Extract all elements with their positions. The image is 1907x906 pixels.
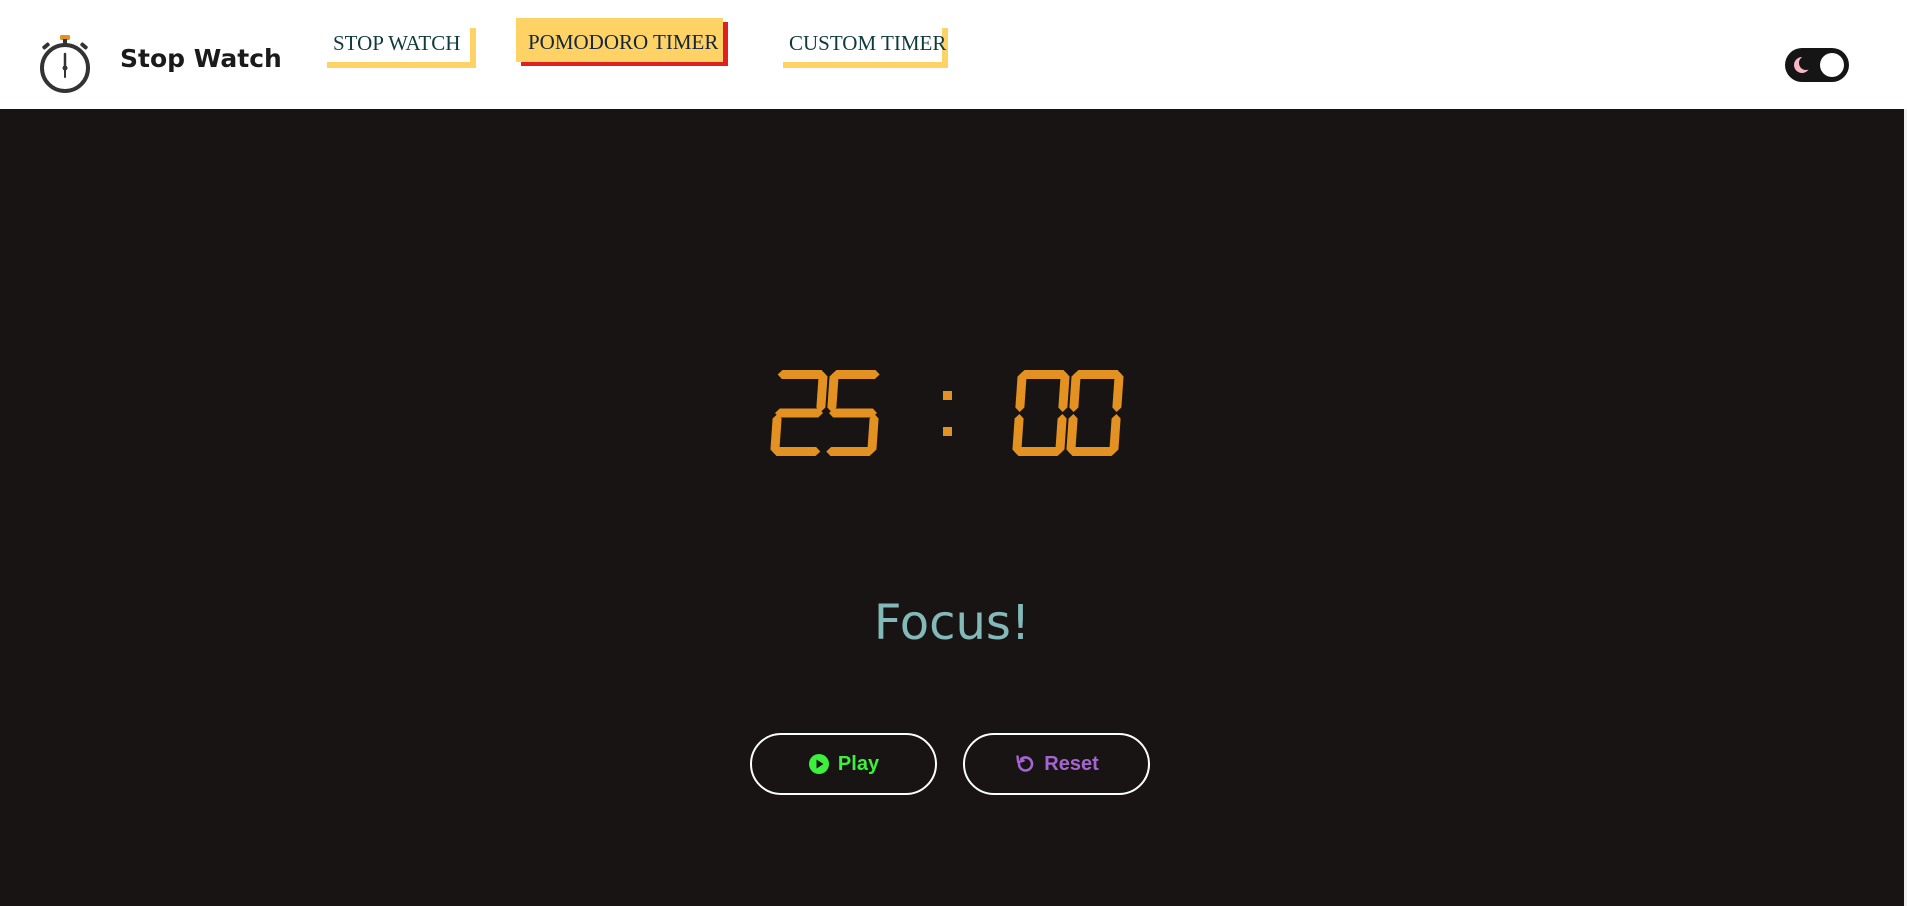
play-button[interactable]: Play (750, 733, 937, 795)
reset-button-label: Reset (1044, 752, 1099, 775)
stopwatch-icon[interactable] (36, 34, 94, 94)
timer-separator (943, 391, 952, 436)
nav-custom-timer[interactable]: CUSTOM TIMER (777, 22, 946, 62)
timer-display (770, 370, 1124, 456)
brand-title: Stop Watch (120, 44, 282, 73)
timer-minutes-tens (770, 370, 828, 456)
play-circle-icon (808, 754, 829, 774)
nav-stop-watch[interactable]: STOP WATCH (321, 22, 470, 62)
status-label: Focus! (873, 595, 1031, 651)
play-button-label: Play (837, 752, 880, 775)
timer-seconds-ones (1066, 370, 1124, 456)
toggle-knob (1820, 53, 1844, 77)
timer-minutes-ones (826, 370, 880, 456)
top-nav-bar: Stop Watch STOP WATCH POMODORO TIMER CUS… (0, 0, 1907, 109)
rotate-left-icon (1016, 755, 1034, 772)
moon-icon (1794, 56, 1812, 73)
theme-toggle[interactable] (1785, 48, 1849, 82)
nav-pomodoro-timer[interactable]: POMODORO TIMER (516, 18, 723, 62)
reset-button[interactable]: Reset (963, 733, 1150, 795)
timer-seconds-tens (1012, 370, 1070, 456)
